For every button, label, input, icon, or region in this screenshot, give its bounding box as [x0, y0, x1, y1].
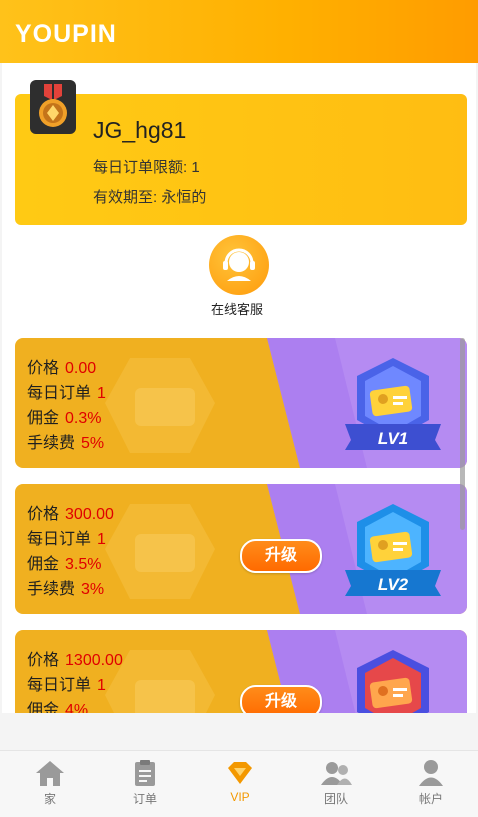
vip-card-lv3[interactable]: 价格 1300.00 每日订单 1 佣金 4% 升级: [15, 630, 467, 713]
user-icon: [419, 760, 443, 786]
daily-orders-value: 1: [97, 677, 106, 694]
customer-service-button[interactable]: 在线客服: [208, 235, 270, 318]
price-label: 价格: [27, 360, 60, 377]
diamond-icon: [228, 762, 252, 784]
nav-label: 订单: [132, 792, 157, 806]
badge-text: LV2: [378, 575, 409, 594]
nav-item-account[interactable]: 帐户: [383, 757, 478, 807]
fee-value: 5%: [81, 435, 105, 452]
commission-value: 3.5%: [65, 556, 102, 573]
expiry-text: 有效期至: 永恒的: [93, 189, 207, 206]
commission-label: 佣金: [27, 556, 60, 573]
nav-label: VIP: [230, 790, 250, 804]
username: JG_hg81: [93, 117, 187, 143]
customer-service-label: 在线客服: [210, 302, 263, 317]
level-badge-lv3: [357, 650, 429, 713]
vip-card-lv2[interactable]: 价格 300.00 每日订单 1 佣金 3.5% 手续费 3% 升级 LV2: [15, 484, 467, 614]
nav-item-vip[interactable]: VIP: [192, 757, 288, 804]
nav-item-orders[interactable]: 订单: [97, 757, 193, 807]
nav-item-team[interactable]: 团队: [288, 757, 384, 807]
daily-limit-text: 每日订单限额: 1: [93, 159, 200, 176]
daily-orders-label: 每日订单: [27, 677, 92, 694]
team-icon: [321, 762, 352, 785]
card-details: 价格 1300.00 每日订单 1 佣金 4%: [27, 648, 123, 713]
price-value: 300.00: [65, 506, 114, 523]
clipboard-icon: [135, 760, 155, 786]
vip-card-lv1[interactable]: 价格 0.00 每日订单 1 佣金 0.3% 手续费 5% LV1: [15, 338, 467, 468]
app-header: YOUPIN: [0, 0, 478, 63]
price-label: 价格: [27, 652, 60, 669]
upgrade-button-lv3[interactable]: 升级: [240, 685, 322, 713]
commission-value: 0.3%: [65, 410, 102, 427]
daily-orders-value: 1: [97, 385, 106, 402]
upgrade-button-lv2[interactable]: 升级: [240, 539, 322, 573]
medal-icon: [30, 80, 76, 134]
card-details: 价格 0.00 每日订单 1 佣金 0.3% 手续费 5%: [27, 356, 106, 456]
level-badge-lv1: LV1: [345, 358, 441, 450]
commission-label: 佣金: [27, 702, 60, 713]
home-icon: [36, 761, 64, 786]
fee-label: 手续费: [27, 435, 76, 452]
price-value: 0.00: [65, 360, 97, 377]
scrollbar[interactable]: [460, 338, 465, 530]
badge-text: LV1: [378, 429, 408, 448]
level-badge-lv2: LV2: [345, 504, 441, 596]
daily-orders-label: 每日订单: [27, 531, 92, 548]
headset-icon: [209, 235, 269, 295]
nav-label: 家: [43, 792, 56, 806]
daily-orders-label: 每日订单: [27, 385, 92, 402]
fee-value: 3%: [81, 581, 105, 598]
commission-value: 4%: [65, 702, 89, 713]
fee-label: 手续费: [27, 581, 76, 598]
nav-label: 帐户: [418, 792, 443, 806]
bottom-nav: 家 订单 VIP 团队 帐户: [0, 750, 478, 817]
daily-orders-value: 1: [97, 531, 106, 548]
nav-item-home[interactable]: 家: [2, 757, 98, 807]
card-details: 价格 300.00 每日订单 1 佣金 3.5% 手续费 3%: [27, 502, 114, 602]
main-content: JG_hg81 每日订单限额: 1 有效期至: 永恒的 在线客服 价格 0.00: [2, 63, 476, 713]
nav-label: 团队: [323, 792, 348, 806]
price-value: 1300.00: [65, 652, 123, 669]
price-label: 价格: [27, 506, 60, 523]
app-logo: YOUPIN: [15, 20, 117, 48]
commission-label: 佣金: [27, 410, 60, 427]
profile-card: JG_hg81 每日订单限额: 1 有效期至: 永恒的: [15, 80, 467, 225]
